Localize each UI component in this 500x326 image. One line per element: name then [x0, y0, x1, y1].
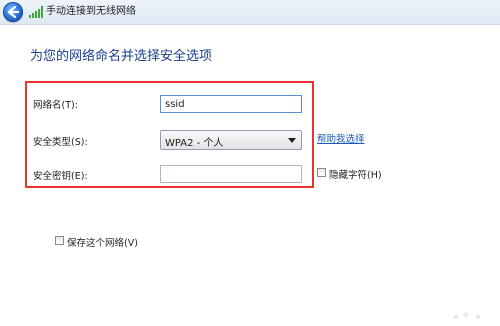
hide-characters-checkbox[interactable]	[317, 168, 326, 177]
corner-decoration	[454, 312, 480, 319]
hide-characters-label: 隐藏字符(H)	[329, 170, 382, 181]
security-key-input[interactable]	[160, 165, 302, 183]
security-type-value: WPA2 - 个人	[165, 138, 224, 149]
security-key-label: 安全密钥(E):	[33, 171, 88, 182]
security-type-dropdown[interactable]: WPA2 - 个人	[160, 130, 302, 150]
back-arrow-icon	[7, 5, 20, 19]
network-name-input[interactable]	[160, 95, 302, 113]
save-network-label: 保存这个网络(V)	[67, 238, 138, 249]
page-heading: 为您的网络命名并选择安全选项	[30, 49, 213, 64]
save-network-checkbox[interactable]	[55, 236, 64, 245]
chevron-down-icon	[288, 138, 296, 143]
security-type-label: 安全类型(S):	[33, 137, 88, 148]
back-button[interactable]	[3, 2, 23, 22]
window-title: 手动连接到无线网络	[46, 6, 136, 17]
network-name-label: 网络名(T):	[33, 100, 78, 111]
help-me-choose-link[interactable]: 帮助我选择	[317, 131, 365, 145]
wireless-signal-icon	[29, 6, 43, 18]
title-bar: 手动连接到无线网络	[0, 0, 500, 25]
